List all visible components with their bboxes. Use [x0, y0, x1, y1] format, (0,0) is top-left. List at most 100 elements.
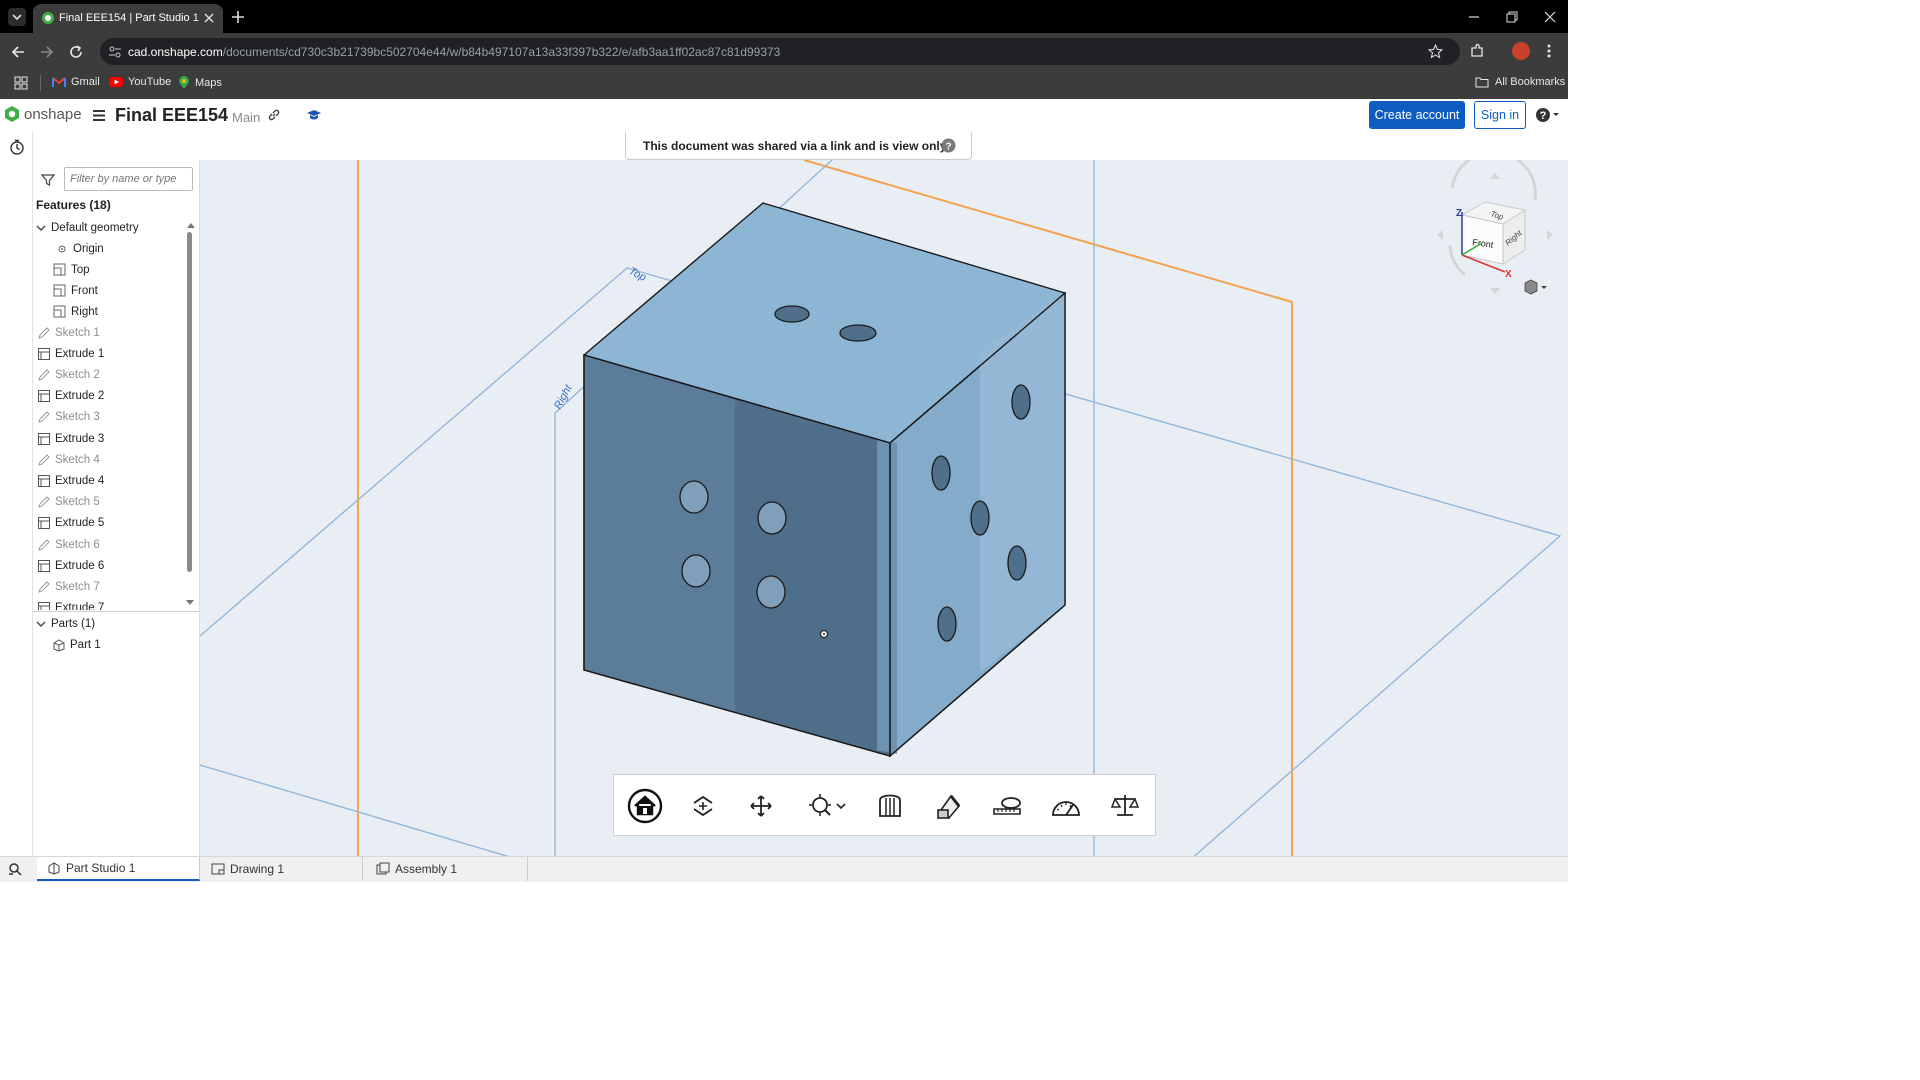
pan-button[interactable] [736, 783, 786, 829]
all-bookmarks-button[interactable]: All Bookmarks [1475, 76, 1565, 88]
model-canvas[interactable]: Top Right Top Front Right Z X [200, 160, 1568, 856]
sketch-icon [38, 496, 50, 508]
help-menu[interactable]: ? [1535, 107, 1561, 123]
tree-item-label: Extrude 3 [55, 432, 105, 445]
onshape-logo[interactable]: onshape [4, 105, 82, 123]
profile-avatar[interactable] [1512, 42, 1530, 60]
tree-item-sketch[interactable]: Sketch 3 [37, 407, 100, 428]
feature-filter-input[interactable] [64, 167, 193, 191]
tree-item-label: Extrude 4 [55, 474, 105, 487]
tab-manager-icon[interactable] [8, 862, 24, 876]
branch-label[interactable]: Main [232, 110, 260, 125]
bookmark-maps[interactable]: Maps [178, 76, 222, 90]
tab-label: Assembly 1 [395, 862, 458, 876]
education-cap-icon[interactable] [306, 109, 322, 122]
tab-search-button[interactable] [8, 8, 26, 26]
view-cube-up-arrow[interactable] [1490, 173, 1500, 179]
view-cube-right-arrow[interactable] [1547, 230, 1553, 240]
arrow-down-icon [186, 600, 194, 605]
appearance-button[interactable] [924, 783, 974, 829]
window-close-icon[interactable] [1543, 10, 1557, 24]
feature-tree-scrollbar[interactable] [187, 232, 192, 572]
tree-item-top[interactable]: Top [53, 259, 90, 280]
hamburger-menu-icon[interactable] [92, 109, 106, 122]
create-account-button[interactable]: Create account [1369, 101, 1465, 129]
address-bar[interactable]: cad.onshape.com/documents/cd730c3b21739b… [100, 38, 1460, 65]
new-tab-icon[interactable] [231, 10, 245, 24]
tree-item-extrude[interactable]: Extrude 1 [37, 343, 104, 364]
tab-assembly-1[interactable]: Assembly 1 [368, 857, 528, 881]
tree-item-right[interactable]: Right [53, 301, 98, 322]
bookmark-label: YouTube [128, 76, 172, 88]
plane-icon [53, 284, 66, 296]
tab-part-studio-1[interactable]: Part Studio 1 [37, 857, 200, 881]
tree-item-extrude[interactable]: Extrude 6 [37, 555, 104, 576]
tree-item-extrude[interactable]: Extrude 2 [37, 386, 104, 407]
bookmark-star-icon[interactable] [1428, 44, 1443, 59]
part-item[interactable]: Part 1 [52, 634, 101, 655]
scroll-down-arrow[interactable] [186, 600, 194, 608]
home-view-button[interactable] [620, 783, 670, 829]
bookmark-gmail[interactable]: Gmail [52, 76, 100, 88]
mass-properties-button[interactable] [1100, 783, 1150, 829]
tree-item-sketch[interactable]: Sketch 6 [37, 534, 100, 555]
filter-icon[interactable] [41, 173, 55, 187]
default-geometry-group[interactable]: Default geometry [35, 217, 139, 238]
url-path: /documents/cd730c3b21739bc502704e44/w/b8… [222, 45, 781, 59]
view-cube-left-arrow[interactable] [1437, 230, 1443, 240]
close-icon[interactable] [203, 12, 215, 24]
url-text: cad.onshape.com/documents/cd730c3b21739b… [128, 45, 780, 59]
reload-icon[interactable] [68, 44, 84, 60]
history-icon[interactable] [9, 139, 25, 155]
help-icon[interactable]: ? [941, 138, 956, 153]
plane-icon [53, 305, 66, 317]
forward-icon[interactable] [39, 44, 55, 60]
sketch-icon [38, 369, 50, 381]
extrude-icon [38, 517, 50, 530]
tree-item-sketch[interactable]: Sketch 2 [37, 364, 100, 385]
apps-grid-icon[interactable] [14, 76, 28, 90]
rotate-button[interactable] [678, 783, 728, 829]
tree-item-extrude[interactable]: Extrude 3 [37, 428, 104, 449]
feature-list: Sketch 1 Extrude 1 Sketch 2 Extrude 2 Sketch… [33, 322, 186, 610]
tree-item-label: Right [71, 305, 98, 318]
browser-menu-icon[interactable] [1546, 43, 1552, 59]
measure-button[interactable] [982, 783, 1032, 829]
tree-item-extrude[interactable]: Extrude 7 [37, 598, 104, 610]
chevron-down-icon[interactable] [835, 801, 847, 811]
sign-in-button[interactable]: Sign in [1474, 101, 1526, 129]
browser-tab-active[interactable]: Final EEE154 | Part Studio 1 [33, 4, 223, 33]
part-1-body[interactable] [583, 202, 1066, 758]
tree-item-label: Extrude 7 [55, 602, 105, 610]
bookmark-youtube[interactable]: YouTube [109, 76, 171, 88]
graphics-viewport[interactable]: Top Right Top Front Right Z X [200, 160, 1568, 856]
extensions-icon[interactable] [1469, 43, 1485, 59]
document-title[interactable]: Final EEE154 [115, 105, 228, 126]
tree-item-sketch[interactable]: Sketch 5 [37, 492, 100, 513]
view-cube-down-arrow[interactable] [1490, 288, 1500, 294]
angle-measure-button[interactable] [1041, 783, 1091, 829]
back-icon[interactable] [10, 44, 26, 60]
link-icon[interactable] [267, 108, 281, 122]
tree-item-sketch[interactable]: Sketch 4 [37, 449, 100, 470]
tree-item-sketch[interactable]: Sketch 7 [37, 576, 100, 597]
view-cube[interactable]: Top Front Right Z X [1437, 160, 1553, 294]
tree-item-extrude[interactable]: Extrude 4 [37, 470, 104, 491]
tree-item-sketch[interactable]: Sketch 1 [37, 322, 100, 343]
tree-item-front[interactable]: Front [53, 280, 98, 301]
section-view-button[interactable] [865, 783, 915, 829]
site-info-icon[interactable] [108, 45, 122, 59]
mass-properties-icon [1111, 795, 1139, 816]
zoom-button[interactable] [794, 783, 860, 829]
tree-item-label: Sketch 6 [55, 538, 100, 551]
tab-drawing-1[interactable]: Drawing 1 [203, 857, 363, 881]
view-options-menu[interactable] [1524, 279, 1547, 295]
tree-item-extrude[interactable]: Extrude 5 [37, 513, 104, 534]
restore-icon[interactable] [1505, 10, 1519, 24]
feature-panel: Features (18) Default geometry Origin To… [33, 160, 200, 856]
tree-item-origin[interactable]: Origin [55, 238, 104, 259]
assembly-icon [376, 862, 390, 875]
view-cube-rotate-ring[interactable] [1450, 160, 1537, 201]
parts-group[interactable]: Parts (1) [35, 613, 95, 634]
minimize-icon[interactable] [1467, 10, 1481, 24]
